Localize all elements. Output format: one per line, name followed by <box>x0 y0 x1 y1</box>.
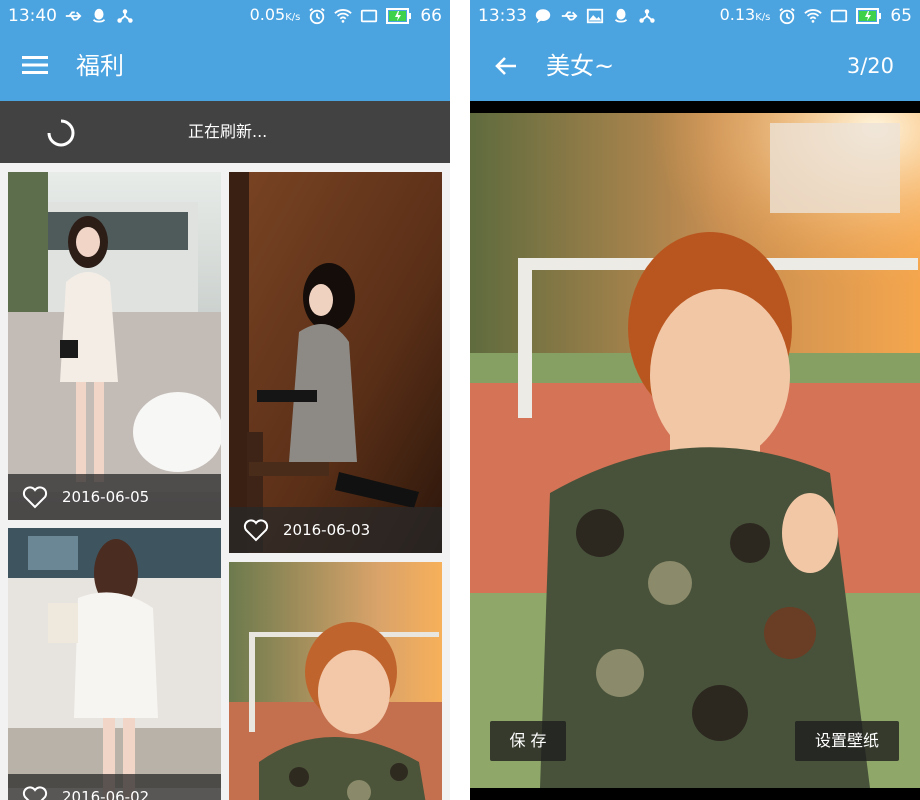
page-title: 美女~ <box>546 52 615 80</box>
status-bar: 13:33 0.13K/s 65 <box>470 0 920 32</box>
alarm-icon <box>779 8 796 25</box>
app-bar: 福利 <box>0 32 450 101</box>
sim-icon <box>831 9 848 23</box>
card-caption: 2016-06-03 <box>229 507 442 553</box>
sim-icon <box>361 9 378 23</box>
image-counter: 3/20 <box>846 54 894 78</box>
alarm-icon <box>309 8 326 25</box>
photo-girl-white-dress <box>8 528 221 800</box>
photo-girl-camouflage <box>229 562 442 800</box>
status-icons-left <box>64 0 134 32</box>
heart-icon[interactable] <box>22 485 48 509</box>
wifi-icon <box>334 9 353 23</box>
set-wallpaper-button[interactable]: 设置壁纸 <box>795 721 899 761</box>
battery-icon <box>856 8 882 24</box>
network-speed: 0.05K/s <box>249 4 301 24</box>
status-time: 13:40 <box>8 6 57 26</box>
qq-icon <box>92 8 106 23</box>
status-bar: 13:40 0.05K/s 66 <box>0 0 450 32</box>
card-date: 2016-06-02 <box>62 788 150 800</box>
menu-icon[interactable] <box>22 54 48 76</box>
status-time: 13:33 <box>478 6 527 26</box>
usb-icon <box>561 11 578 21</box>
photo-girl-with-dog <box>8 172 221 520</box>
battery-level: 65 <box>890 6 912 26</box>
app-bar: 美女~ 3/20 <box>470 32 920 101</box>
wifi-icon <box>804 9 823 23</box>
card-date: 2016-06-05 <box>62 488 150 506</box>
left-screen: 13:40 0.05K/s 66 福利 正在刷新... 2016-06-05 2… <box>0 0 450 800</box>
card-caption: 2016-06-02 <box>8 774 221 800</box>
photo-card[interactable] <box>229 562 442 800</box>
message-icon <box>535 9 551 24</box>
usb-icon <box>65 11 82 21</box>
heart-icon[interactable] <box>243 518 269 542</box>
page-title: 福利 <box>76 52 124 80</box>
right-screen: 13:33 0.13K/s 65 美女~ 3/20 保 存 设置壁纸 <box>470 0 920 800</box>
network-speed: 0.13K/s <box>719 4 771 24</box>
photo-card[interactable]: 2016-06-02 <box>8 528 221 800</box>
status-icons-left <box>534 0 656 32</box>
save-button[interactable]: 保 存 <box>490 721 566 761</box>
full-photo-girl-camouflage <box>470 113 920 788</box>
card-date: 2016-06-03 <box>283 521 371 539</box>
status-icons-right: 0.05K/s 66 <box>250 0 442 32</box>
back-arrow-icon[interactable] <box>494 55 518 77</box>
photo-girl-on-chair <box>229 172 442 553</box>
loading-spinner-icon <box>47 119 75 147</box>
photo-card[interactable]: 2016-06-03 <box>229 172 442 553</box>
share-icon <box>639 9 655 23</box>
refresh-status-text: 正在刷新... <box>188 122 268 141</box>
card-caption: 2016-06-05 <box>8 474 221 520</box>
status-icons-right: 0.13K/s 65 <box>720 0 912 32</box>
battery-icon <box>386 8 412 24</box>
share-icon <box>117 9 133 23</box>
qq-icon <box>614 8 628 23</box>
image-icon <box>586 8 604 24</box>
refresh-bar: 正在刷新... <box>0 101 450 163</box>
photo-card[interactable]: 2016-06-05 <box>8 172 221 520</box>
battery-level: 66 <box>420 6 442 26</box>
heart-icon[interactable] <box>22 785 48 800</box>
